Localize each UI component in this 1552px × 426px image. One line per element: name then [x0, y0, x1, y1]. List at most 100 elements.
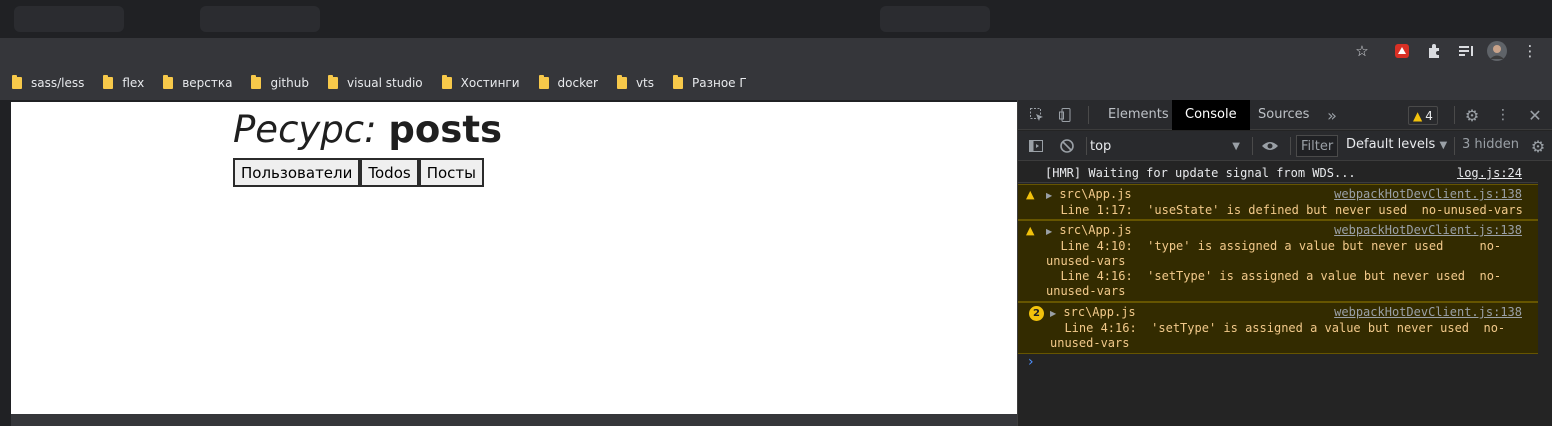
inspect-element-icon[interactable]	[1027, 105, 1047, 125]
tab-sources[interactable]: Sources	[1245, 100, 1322, 130]
message-header[interactable]: ▶ src\App.js	[1046, 187, 1132, 203]
bookmark-label: github	[270, 76, 309, 90]
message-text: unused-vars	[1050, 336, 1130, 350]
hidden-count: 3 hidden	[1462, 137, 1519, 152]
star-icon[interactable]: ☆	[1351, 40, 1373, 62]
source-link[interactable]: webpackHotDevClient.js:138	[1334, 305, 1522, 320]
address-bar[interactable]	[10, 40, 1380, 64]
folder-icon	[616, 75, 627, 89]
tab-elements[interactable]: Elements	[1095, 100, 1182, 130]
devtools-panel: Elements Console Sources » ▲ 4 ⚙ ⋮ ✕ top ▼…	[1017, 100, 1552, 426]
folder-icon	[163, 75, 174, 89]
filter-input[interactable]: Filter	[1296, 135, 1338, 157]
bookmark-folder[interactable]: Разное Г	[673, 75, 747, 90]
warnings-badge[interactable]: ▲ 4	[1408, 106, 1438, 125]
console-warning: ▲ ▶ src\App.js webpackHotDevClient.js:13…	[1018, 184, 1538, 220]
file-name: src\App.js	[1063, 305, 1136, 319]
message-text: [HMR] Waiting for update signal from WDS…	[1045, 166, 1356, 180]
page-title: Ресурс: posts	[233, 108, 502, 151]
settings-gear-icon[interactable]: ⚙	[1462, 105, 1482, 125]
users-button[interactable]: Пользователи	[233, 158, 361, 187]
live-expression-eye-icon[interactable]	[1260, 136, 1280, 156]
bookmark-label: visual studio	[346, 76, 423, 90]
console-warning: 2 ▶ src\App.js webpackHotDevClient.js:13…	[1018, 302, 1538, 354]
expand-arrow-icon: ▶	[1046, 191, 1053, 200]
bookmark-folder[interactable]: visual studio	[327, 75, 423, 90]
todos-button[interactable]: Todos	[360, 158, 419, 187]
folder-icon	[327, 75, 338, 89]
dropdown-arrow-icon: ▼	[1439, 140, 1448, 151]
console-settings-gear-icon[interactable]: ⚙	[1528, 136, 1548, 156]
clear-console-icon[interactable]	[1057, 136, 1077, 156]
sidebar-toggle-icon[interactable]	[1026, 136, 1046, 156]
folder-icon	[103, 75, 114, 89]
bookmark-folder[interactable]: верстка	[163, 75, 233, 90]
repeat-count-badge: 2	[1029, 306, 1044, 321]
divider	[1252, 137, 1253, 155]
posts-button[interactable]: Посты	[418, 158, 484, 187]
window-bottom-edge	[11, 414, 1017, 426]
folder-icon	[673, 75, 683, 89]
message-text: unused-vars	[1046, 254, 1126, 268]
folder-icon	[251, 75, 262, 89]
divider	[1454, 106, 1455, 124]
extension-badge-icon[interactable]	[1391, 40, 1413, 62]
context-select[interactable]: top ▼	[1090, 136, 1240, 156]
levels-value: Default levels	[1346, 137, 1436, 152]
more-tabs-icon[interactable]: »	[1322, 105, 1342, 125]
log-levels-select[interactable]: Default levels ▼	[1346, 137, 1447, 152]
source-link[interactable]: log.js:24	[1457, 166, 1522, 181]
divider	[1290, 137, 1291, 155]
message-text: Line 4:16: 'setType' is assigned a value…	[1046, 269, 1502, 283]
bookmark-label: sass/less	[31, 76, 85, 90]
message-text: unused-vars	[1046, 284, 1126, 298]
bookmark-folder[interactable]: vts	[616, 75, 654, 90]
file-name: src\App.js	[1059, 187, 1132, 201]
more-vert-icon[interactable]: ⋮	[1493, 105, 1513, 125]
profile-avatar[interactable]	[1486, 40, 1508, 62]
dropdown-arrow-icon: ▼	[1232, 140, 1240, 152]
message-text: Line 4:10: 'type' is assigned a value bu…	[1046, 239, 1502, 253]
bookmark-folder[interactable]: docker	[538, 75, 598, 90]
source-link[interactable]: webpackHotDevClient.js:138	[1334, 187, 1522, 202]
divider	[1086, 137, 1087, 155]
device-toolbar-icon[interactable]	[1056, 105, 1076, 125]
bookmark-label: Разное Г	[692, 76, 747, 90]
console-warning: ▲ ▶ src\App.js webpackHotDevClient.js:13…	[1018, 220, 1538, 302]
divider	[1088, 106, 1089, 124]
puzzle-icon[interactable]	[1423, 40, 1445, 62]
address-bar-row	[0, 38, 1552, 66]
bookmark-label: vts	[635, 76, 654, 90]
bookmark-label: верстка	[182, 76, 233, 90]
bookmark-folder[interactable]: github	[251, 75, 309, 90]
browser-tab[interactable]	[14, 6, 124, 32]
bookmark-label: docker	[557, 76, 598, 90]
expand-arrow-icon: ▶	[1046, 227, 1053, 236]
warnings-count: 4	[1425, 108, 1433, 123]
bookmark-label: Хостинги	[460, 76, 520, 90]
resource-label: Ресурс:	[233, 108, 377, 151]
folder-icon	[538, 75, 549, 89]
expand-arrow-icon: ▶	[1050, 309, 1057, 318]
page-viewport: Ресурс: posts Пользователи Todos Посты	[11, 102, 1017, 414]
browser-tab[interactable]	[880, 6, 990, 32]
bookmark-folder[interactable]: flex	[103, 75, 144, 90]
divider	[1454, 137, 1455, 155]
console-scrollbar[interactable]	[1538, 162, 1552, 414]
console-prompt[interactable]: ›	[1028, 354, 1034, 370]
warning-icon: ▲	[1026, 224, 1035, 237]
browser-tab[interactable]	[200, 6, 320, 32]
console-message: [HMR] Waiting for update signal from WDS…	[1018, 164, 1538, 183]
bookmark-folder[interactable]: sass/less	[12, 75, 85, 90]
console-toolbar: top ▼ Filter Default levels ▼ 3 hidden ⚙	[1018, 131, 1552, 161]
bookmark-folder[interactable]: Хостинги	[441, 75, 520, 90]
close-icon[interactable]: ✕	[1525, 105, 1545, 125]
tab-strip	[0, 0, 1552, 38]
message-header[interactable]: ▶ src\App.js	[1046, 223, 1132, 239]
tab-console[interactable]: Console	[1172, 100, 1250, 130]
source-link[interactable]: webpackHotDevClient.js:138	[1334, 223, 1522, 238]
media-queue-icon[interactable]	[1455, 40, 1477, 62]
warning-icon: ▲	[1413, 108, 1423, 123]
more-vert-icon[interactable]: ⋮	[1519, 40, 1541, 62]
message-header[interactable]: ▶ src\App.js	[1050, 305, 1136, 321]
